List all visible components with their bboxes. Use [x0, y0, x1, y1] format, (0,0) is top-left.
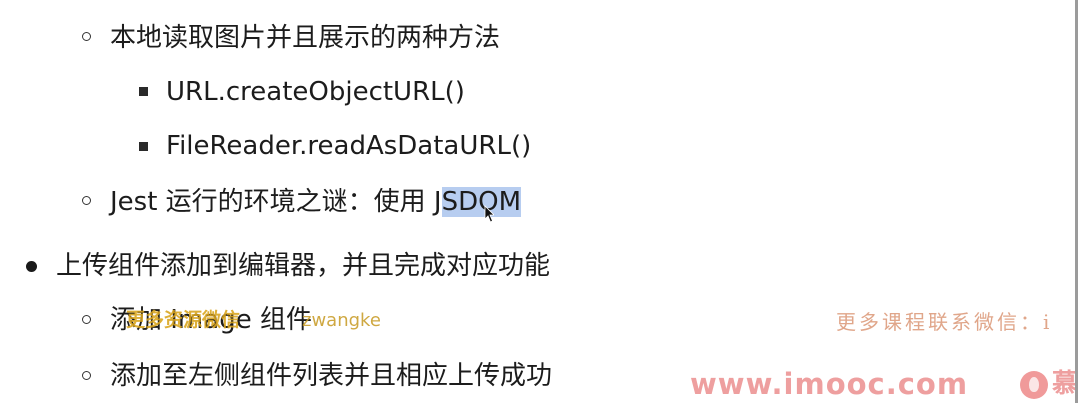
outline-subitem-text: 添加至左侧组件列表并且相应上传成功: [110, 361, 553, 391]
outline-bullet-upload-component: 上传组件添加到编辑器，并且完成对应功能: [56, 246, 550, 286]
circle-bullet-icon: [82, 196, 91, 205]
site-url-watermark: www.imooc.com: [690, 367, 969, 401]
square-bullet-icon: [139, 87, 148, 96]
circle-bullet-icon: [82, 371, 91, 380]
imooc-logo-icon: [1020, 371, 1048, 399]
circle-bullet-icon: [82, 315, 91, 324]
wechat-overlay: 更多资源微信: [126, 309, 241, 331]
outline-bullet-text: 上传组件添加到编辑器，并且完成对应功能: [56, 251, 551, 281]
outline-item-text[interactable]: Jest 运行的环境之谜：使用 J: [110, 187, 442, 217]
outline-subitem-text: FileReader.readAsDataURL(): [166, 131, 532, 161]
wechat-id-overlay: zwangke: [302, 310, 381, 331]
disc-bullet-icon: [26, 261, 37, 272]
square-bullet-icon: [139, 142, 148, 151]
outline-item-jest-jsdom[interactable]: Jest 运行的环境之谜：使用 JSDOM: [110, 182, 522, 222]
outline-item-text: 本地读取图片并且展示的两种方法: [110, 23, 501, 53]
outline-subitem-add-to-list: 添加至左侧组件列表并且相应上传成功: [110, 356, 552, 396]
outline-subitem-text: URL.createObjectURL(): [166, 77, 465, 107]
text-cursor-icon: [484, 205, 494, 223]
text-selection[interactable]: SDOM: [441, 187, 522, 217]
slide-page: 本地读取图片并且展示的两种方法 URL.createObjectURL() Fi…: [0, 0, 1078, 403]
outline-subitem-create-object-url: URL.createObjectURL(): [166, 72, 465, 112]
outline-item-local-image: 本地读取图片并且展示的两种方法: [110, 18, 500, 58]
circle-bullet-icon: [82, 32, 91, 41]
contact-watermark: 更多课程联系微信：i: [836, 310, 1053, 334]
outline-subitem-file-reader: FileReader.readAsDataURL(): [166, 126, 531, 166]
